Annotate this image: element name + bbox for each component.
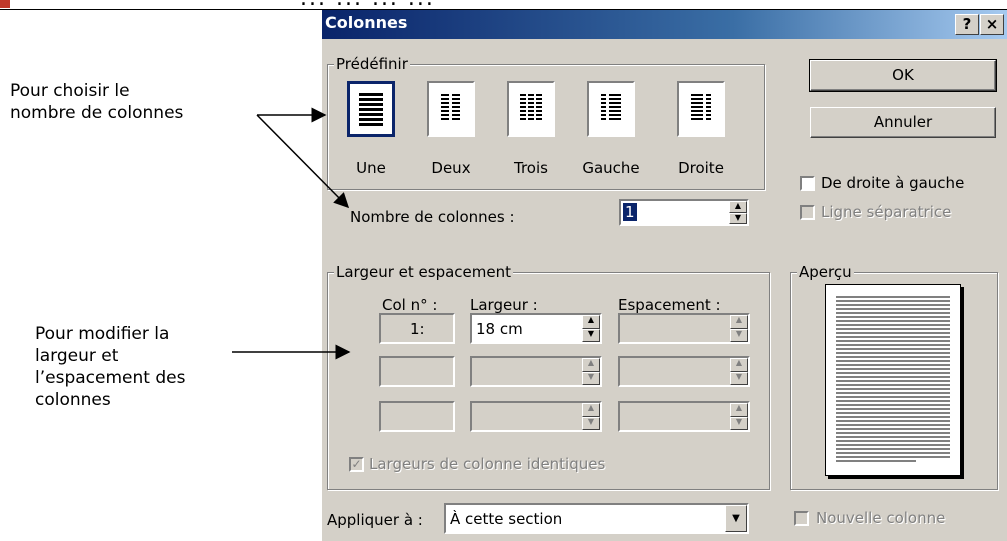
arrow-to-nombre <box>256 114 350 209</box>
callout-arrows <box>232 107 351 360</box>
